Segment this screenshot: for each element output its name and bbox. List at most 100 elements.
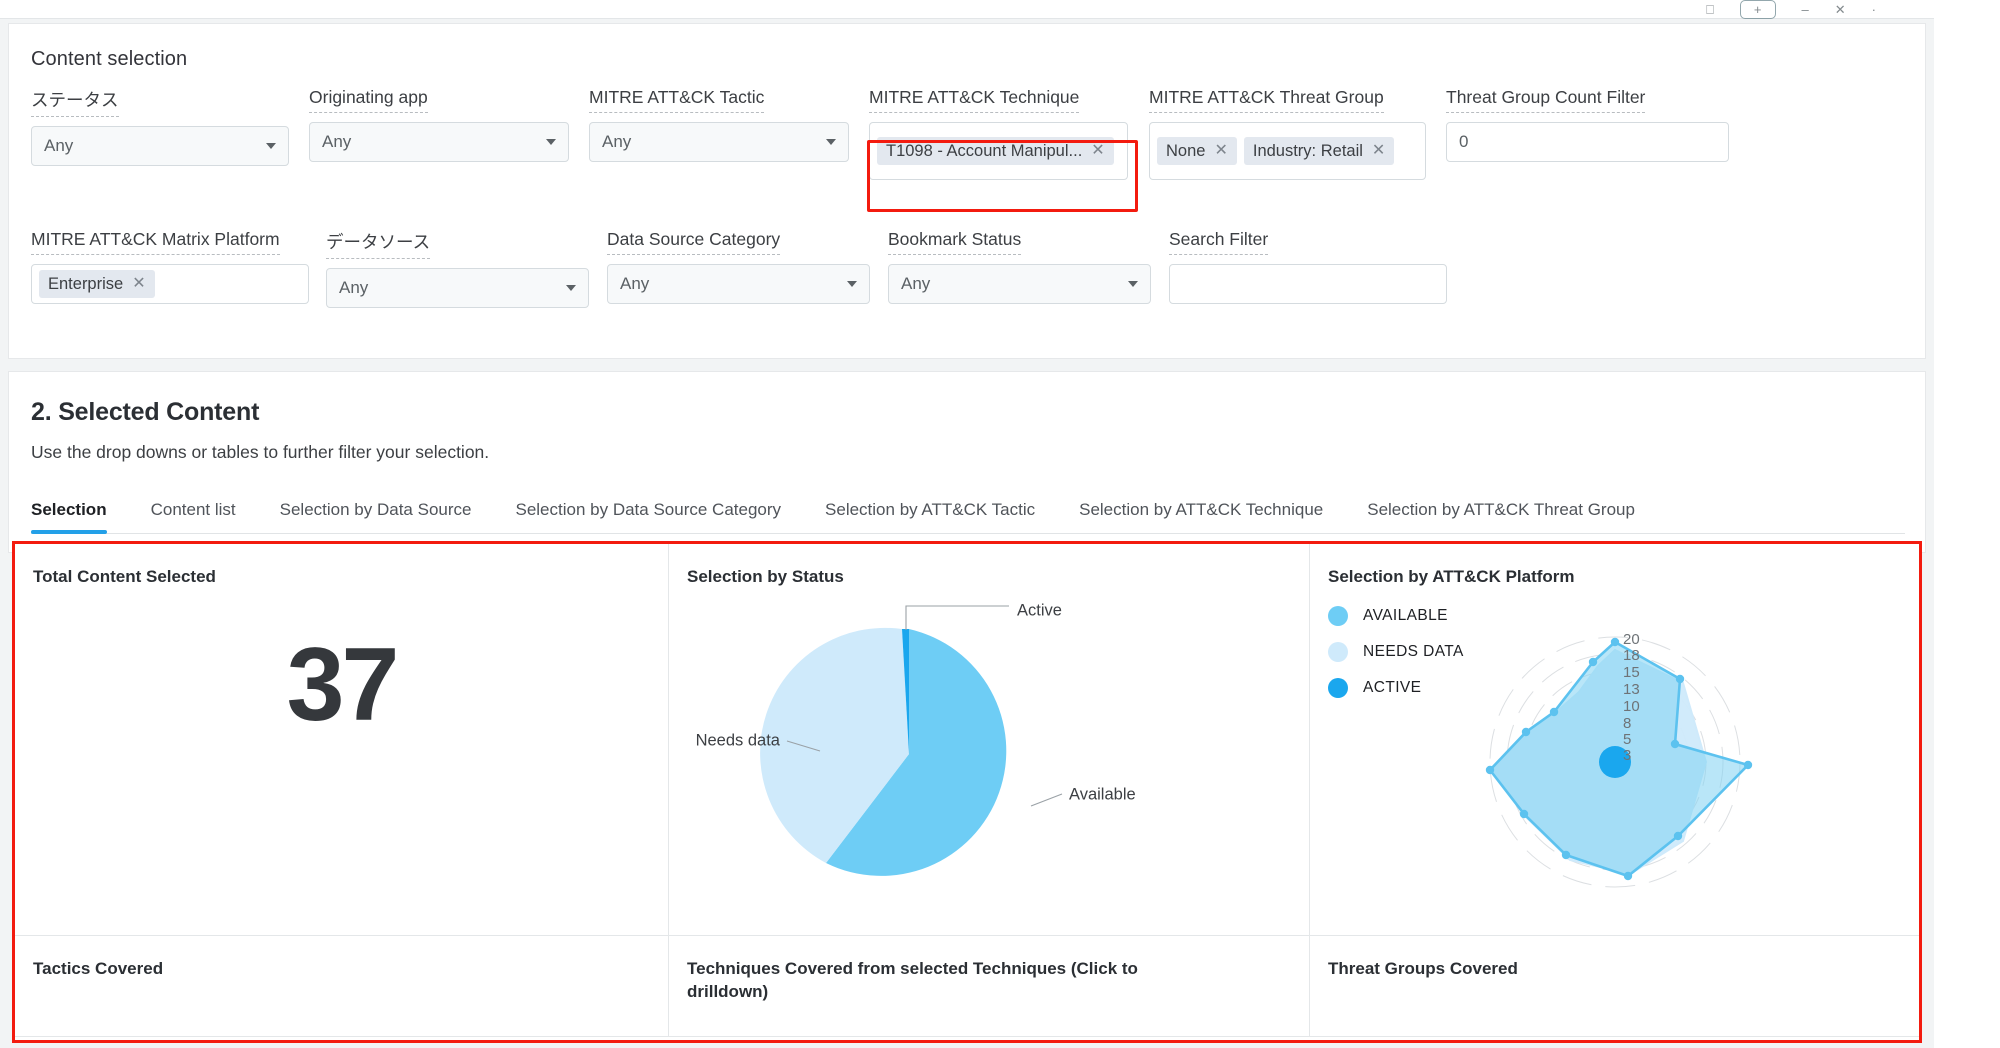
filter-bookmark-status-value: Any [901,274,931,293]
pie-leader-available [1030,793,1063,807]
total-content-value: 37 [286,627,400,743]
page-title: 2. Selected Content [31,398,260,426]
selected-content-card: 2. Selected Content Use the drop downs o… [8,371,1926,553]
token-technique[interactable]: T1098 - Account Manipul... ✕ [877,137,1114,165]
chevron-down-icon [847,281,857,287]
svg-text:3: 3 [1623,747,1631,764]
filter-originating-app-label: Originating app [309,87,428,113]
filter-threat-group-count-input[interactable]: 0 [1446,122,1729,162]
filter-attack-tactic-dropdown[interactable]: Any [589,122,849,162]
token-threat-group-none[interactable]: None ✕ [1157,137,1237,165]
more-options-icon[interactable]: · [1872,3,1876,16]
status-pie-chart[interactable]: Active Available Needs data [669,594,1310,924]
panel-threat-groups-covered-title: Threat Groups Covered [1328,959,1518,978]
token-threat-group-industry-retail-label: Industry: Retail [1252,141,1363,160]
filter-bookmark-status-label: Bookmark Status [888,229,1022,255]
right-gutter [1934,0,2000,1048]
token-platform-enterprise[interactable]: Enterprise ✕ [39,270,155,298]
panel-row-bottom: Tactics Covered Techniques Covered from … [15,936,1919,1037]
filter-status-value: Any [44,136,74,155]
filter-data-source-category-label: Data Source Category [607,229,781,255]
filter-row-1: ステータス Any Originating app Any MITRE ATT&… [31,87,1736,180]
platform-radar-chart[interactable]: 20 18 15 13 10 8 5 3 [1430,574,1860,924]
minimize-window-icon[interactable]: – [1802,3,1809,16]
svg-text:20: 20 [1623,631,1640,648]
filter-status-label: ステータス [31,87,119,117]
filter-data-source-category-value: Any [620,274,650,293]
tab-selection[interactable]: Selection [31,500,129,534]
chevron-down-icon [826,139,836,145]
filter-attack-technique-label: MITRE ATT&CK Technique [869,87,1080,113]
filter-threat-group-count: Threat Group Count Filter 0 [1446,87,1736,180]
panel-total-content-selected-title: Total Content Selected [33,567,216,586]
tab-selection-by-attack-tactic[interactable]: Selection by ATT&CK Tactic [803,500,1057,533]
filter-attack-technique-tokenfield[interactable]: T1098 - Account Manipul... ✕ [869,122,1128,180]
status-pie-svg: Active Available Needs data [696,601,1136,876]
chevron-down-icon [566,285,576,291]
svg-text:18: 18 [1623,647,1640,664]
selection-dashboard-panels: Total Content Selected 37 Selection by S… [12,541,1922,1043]
filter-attack-threat-group: MITRE ATT&CK Threat Group None ✕ Industr… [1149,87,1446,180]
close-window-icon[interactable]: ✕ [1835,3,1846,16]
filter-threat-group-count-label: Threat Group Count Filter [1446,87,1646,113]
close-icon[interactable]: ✕ [132,276,145,292]
filter-attack-technique: MITRE ATT&CK Technique T1098 - Account M… [869,87,1149,180]
token-threat-group-none-label: None [1166,141,1206,160]
filter-row-2: MITRE ATT&CK Matrix Platform Enterprise … [31,229,1459,308]
tab-selection-by-attack-technique[interactable]: Selection by ATT&CK Technique [1057,500,1345,533]
tab-selection-by-data-source[interactable]: Selection by Data Source [258,500,494,533]
panel-row-top: Total Content Selected 37 Selection by S… [15,544,1919,936]
chevron-down-icon [266,143,276,149]
restore-window-icon[interactable]: ⎕ [1706,3,1714,16]
filter-originating-app-value: Any [322,132,352,151]
filter-threat-group-count-value: 0 [1459,132,1469,151]
panel-techniques-covered[interactable]: Techniques Covered from selected Techniq… [669,936,1310,1037]
close-icon[interactable]: ✕ [1091,143,1104,159]
panel-techniques-covered-title: Techniques Covered from selected Techniq… [687,959,1138,1001]
search-input[interactable] [1169,264,1447,304]
filter-bookmark-status-dropdown[interactable]: Any [888,264,1151,304]
panel-selection-by-attack-platform: Selection by ATT&CK Platform AVAILABLE N… [1310,544,1919,936]
legend-label-active: ACTIVE [1363,679,1422,696]
filter-attack-threat-group-tokenfield[interactable]: None ✕ Industry: Retail ✕ [1149,122,1426,180]
filter-status-dropdown[interactable]: Any [31,126,289,166]
app-page: ⎕ + – ✕ · Content selection ステータス Any Or… [0,0,2000,1048]
tab-selection-by-attack-threat-group[interactable]: Selection by ATT&CK Threat Group [1345,500,1657,533]
content-selection-title: Content selection [31,48,188,70]
filter-attack-threat-group-label: MITRE ATT&CK Threat Group [1149,87,1384,113]
filter-data-source-dropdown[interactable]: Any [326,268,589,308]
filter-data-source-category: Data Source Category Any [607,229,888,308]
filter-originating-app: Originating app Any [309,87,589,180]
selected-content-subtitle: Use the drop downs or tables to further … [31,442,490,462]
legend-dot-available-icon [1328,606,1348,626]
panel-tactics-covered: Tactics Covered [15,936,669,1037]
panel-threat-groups-covered: Threat Groups Covered [1310,936,1919,1037]
filter-search: Search Filter [1169,229,1459,308]
filter-data-source-category-dropdown[interactable]: Any [607,264,870,304]
filter-matrix-platform-tokenfield[interactable]: Enterprise ✕ [31,264,309,304]
window-controls-bar: ⎕ + – ✕ · [0,0,1934,19]
selected-content-tabs: Selection Content list Selection by Data… [31,500,1905,534]
chevron-down-icon [1128,281,1138,287]
panel-selection-by-status: Selection by Status Active Available Nee… [669,544,1310,936]
tab-selection-by-data-source-category[interactable]: Selection by Data Source Category [493,500,803,533]
chevron-down-icon [546,139,556,145]
add-tab-icon[interactable]: + [1739,0,1776,19]
legend-dot-active-icon [1328,678,1348,698]
close-icon[interactable]: ✕ [1372,143,1385,159]
filter-originating-app-dropdown[interactable]: Any [309,122,569,162]
filter-status: ステータス Any [31,87,309,180]
content-selection-card: Content selection ステータス Any Originating … [8,23,1926,359]
filter-attack-tactic: MITRE ATT&CK Tactic Any [589,87,869,180]
filter-data-source: データソース Any [326,229,607,308]
tab-content-list[interactable]: Content list [129,500,258,533]
close-icon[interactable]: ✕ [1214,143,1227,159]
legend-dot-needs-data-icon [1328,642,1348,662]
pie-leader-active [905,605,1009,630]
pie-label-needs-data: Needs data [696,731,781,749]
svg-text:15: 15 [1623,664,1640,681]
panel-total-content-selected: Total Content Selected 37 [15,544,669,936]
filter-matrix-platform-label: MITRE ATT&CK Matrix Platform [31,229,280,255]
filter-data-source-label: データソース [326,229,431,259]
token-threat-group-industry-retail[interactable]: Industry: Retail ✕ [1243,137,1395,165]
